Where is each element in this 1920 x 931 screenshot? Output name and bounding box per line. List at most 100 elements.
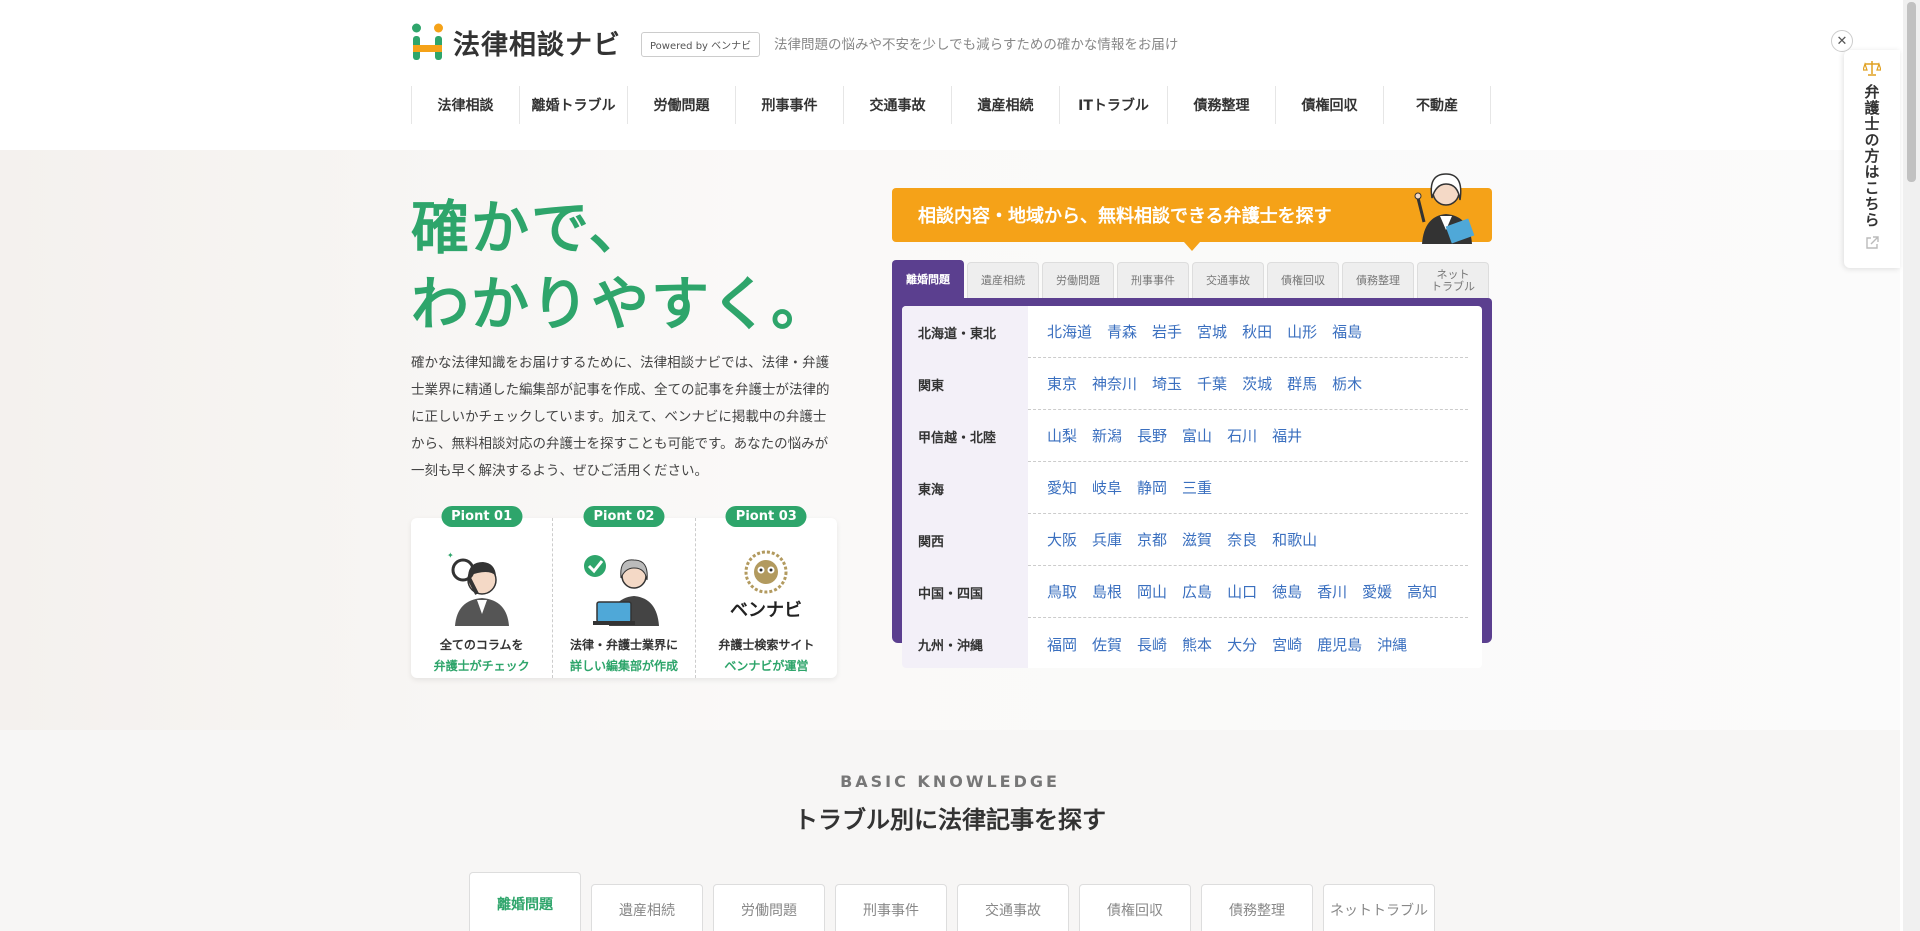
nav-item-divorce[interactable]: 離婚トラブル bbox=[519, 86, 627, 124]
prefecture-link[interactable]: 北海道 bbox=[1047, 321, 1092, 342]
prefecture-link[interactable]: 長野 bbox=[1137, 425, 1167, 446]
nav-item-legal-consult[interactable]: 法律相談 bbox=[411, 86, 519, 124]
for-lawyers-tab[interactable]: 弁護士の方はこちら bbox=[1844, 50, 1900, 268]
prefecture-link[interactable]: 岐阜 bbox=[1092, 477, 1122, 498]
prefecture-link[interactable]: 大分 bbox=[1227, 634, 1257, 655]
prefecture-link[interactable]: 東京 bbox=[1047, 373, 1077, 394]
prefecture-link[interactable]: 滋賀 bbox=[1182, 529, 1212, 550]
nav-item-real-estate[interactable]: 不動産 bbox=[1383, 86, 1491, 124]
tab-debt-collection[interactable]: 債権回収 bbox=[1267, 262, 1339, 298]
site-tagline: 法律問題の悩みや不安を少しでも減らすための確かな情報をお届け bbox=[774, 37, 1179, 53]
nav-item-inheritance[interactable]: 遺産相続 bbox=[951, 86, 1059, 124]
close-icon[interactable]: ✕ bbox=[1831, 30, 1853, 52]
tab-divorce[interactable]: 離婚問題 bbox=[892, 260, 964, 298]
prefecture-link[interactable]: 広島 bbox=[1182, 581, 1212, 602]
prefecture-link[interactable]: 愛媛 bbox=[1362, 581, 1392, 602]
region-row: 東海 愛知 岐阜 静岡 三重 bbox=[902, 462, 1482, 514]
feature-point-1: Piont 01 ✦ 全てのコラムを 弁護士がチェック bbox=[411, 506, 554, 678]
prefecture-link[interactable]: 岩手 bbox=[1152, 321, 1182, 342]
prefecture-link[interactable]: 三重 bbox=[1182, 477, 1212, 498]
prefecture-link[interactable]: 福岡 bbox=[1047, 634, 1077, 655]
nav-item-debt-collection[interactable]: 債権回収 bbox=[1275, 86, 1383, 124]
editor-laptop-icon bbox=[583, 555, 659, 626]
region-row: 北海道・東北 北海道 青森 岩手 宮城 秋田 山形 福島 bbox=[902, 306, 1482, 358]
nav-item-traffic[interactable]: 交通事故 bbox=[843, 86, 951, 124]
prefecture-link[interactable]: 山梨 bbox=[1047, 425, 1077, 446]
article-tab-inheritance[interactable]: 遺産相続 bbox=[591, 884, 703, 931]
prefecture-link[interactable]: 静岡 bbox=[1137, 477, 1167, 498]
region-name: 中国・四国 bbox=[902, 566, 1028, 618]
prefecture-link[interactable]: 鹿児島 bbox=[1317, 634, 1362, 655]
region-row: 関東 東京 神奈川 埼玉 千葉 茨城 群馬 栃木 bbox=[902, 358, 1482, 410]
prefecture-link[interactable]: 長崎 bbox=[1137, 634, 1167, 655]
tab-debt[interactable]: 債務整理 bbox=[1342, 262, 1414, 298]
prefecture-link[interactable]: 山口 bbox=[1227, 581, 1257, 602]
prefecture-link[interactable]: 岡山 bbox=[1137, 581, 1167, 602]
basic-knowledge-section: BASIC KNOWLEDGE トラブル別に法律記事を探す 離婚問題 遺産相続 … bbox=[0, 730, 1900, 931]
nav-item-labor[interactable]: 労働問題 bbox=[627, 86, 735, 124]
logo-text: 法律相談ナビ bbox=[453, 29, 621, 61]
point-badge: Piont 01 bbox=[441, 506, 523, 527]
prefecture-link[interactable]: 熊本 bbox=[1182, 634, 1212, 655]
for-lawyers-label: 弁護士の方はこちら bbox=[1862, 84, 1881, 228]
scrollbar[interactable] bbox=[1903, 0, 1920, 931]
prefecture-link[interactable]: 愛知 bbox=[1047, 477, 1077, 498]
article-tab-net-trouble[interactable]: ネットトラブル bbox=[1323, 884, 1435, 931]
tab-labor[interactable]: 労働問題 bbox=[1042, 262, 1114, 298]
tab-criminal[interactable]: 刑事事件 bbox=[1117, 262, 1189, 298]
prefecture-link[interactable]: 高知 bbox=[1407, 581, 1437, 602]
prefecture-link[interactable]: 宮城 bbox=[1197, 321, 1227, 342]
article-tab-traffic[interactable]: 交通事故 bbox=[957, 884, 1069, 931]
prefecture-link[interactable]: 群馬 bbox=[1287, 373, 1317, 394]
prefecture-list: 北海道 青森 岩手 宮城 秋田 山形 福島 bbox=[1028, 306, 1468, 358]
prefecture-list: 東京 神奈川 埼玉 千葉 茨城 群馬 栃木 bbox=[1028, 358, 1468, 410]
site-logo[interactable]: 法律相談ナビ bbox=[411, 22, 621, 62]
point-line2: 弁護士がチェック bbox=[433, 659, 530, 673]
tab-traffic[interactable]: 交通事故 bbox=[1192, 262, 1264, 298]
prefecture-link[interactable]: 栃木 bbox=[1332, 373, 1362, 394]
point-badge: Piont 02 bbox=[583, 506, 665, 527]
point-line1: 弁護士検索サイト bbox=[718, 638, 815, 652]
feature-point-2: Piont 02 法律・弁護士業界に 詳しい編集部が作成 bbox=[553, 506, 696, 678]
prefecture-link[interactable]: 佐賀 bbox=[1092, 634, 1122, 655]
tab-inheritance[interactable]: 遺産相続 bbox=[967, 262, 1039, 298]
article-tab-debt[interactable]: 債務整理 bbox=[1201, 884, 1313, 931]
hero-title-line2: わかりやすく。 bbox=[411, 270, 832, 338]
prefecture-link[interactable]: 茨城 bbox=[1242, 373, 1272, 394]
prefecture-link[interactable]: 鳥取 bbox=[1047, 581, 1077, 602]
prefecture-link[interactable]: 奈良 bbox=[1227, 529, 1257, 550]
prefecture-link[interactable]: 福島 bbox=[1332, 321, 1362, 342]
prefecture-link[interactable]: 神奈川 bbox=[1092, 373, 1137, 394]
scrollbar-thumb[interactable] bbox=[1907, 2, 1916, 182]
prefecture-link[interactable]: 新潟 bbox=[1092, 425, 1122, 446]
prefecture-link[interactable]: 香川 bbox=[1317, 581, 1347, 602]
nav-item-it-trouble[interactable]: ITトラブル bbox=[1059, 86, 1167, 124]
prefecture-link[interactable]: 京都 bbox=[1137, 529, 1167, 550]
prefecture-link[interactable]: 大阪 bbox=[1047, 529, 1077, 550]
article-tab-divorce[interactable]: 離婚問題 bbox=[469, 872, 581, 931]
prefecture-link[interactable]: 埼玉 bbox=[1152, 373, 1182, 394]
tab-net-trouble[interactable]: ネット トラブル bbox=[1417, 262, 1489, 298]
prefecture-link[interactable]: 富山 bbox=[1182, 425, 1212, 446]
prefecture-link[interactable]: 兵庫 bbox=[1092, 529, 1122, 550]
prefecture-link[interactable]: 青森 bbox=[1107, 321, 1137, 342]
prefecture-link[interactable]: 島根 bbox=[1092, 581, 1122, 602]
prefecture-link[interactable]: 沖縄 bbox=[1377, 634, 1407, 655]
prefecture-link[interactable]: 石川 bbox=[1227, 425, 1257, 446]
prefecture-link[interactable]: 秋田 bbox=[1242, 321, 1272, 342]
prefecture-link[interactable]: 宮崎 bbox=[1272, 634, 1302, 655]
article-tab-labor[interactable]: 労働問題 bbox=[713, 884, 825, 931]
prefecture-link[interactable]: 和歌山 bbox=[1272, 529, 1317, 550]
article-tab-criminal[interactable]: 刑事事件 bbox=[835, 884, 947, 931]
prefecture-link[interactable]: 山形 bbox=[1287, 321, 1317, 342]
article-tab-debt-collection[interactable]: 債権回収 bbox=[1079, 884, 1191, 931]
region-row: 九州・沖縄 福岡 佐賀 長崎 熊本 大分 宮崎 鹿児島 沖縄 bbox=[902, 618, 1482, 668]
prefecture-link[interactable]: 徳島 bbox=[1272, 581, 1302, 602]
prefecture-link[interactable]: 福井 bbox=[1272, 425, 1302, 446]
prefecture-link[interactable]: 千葉 bbox=[1197, 373, 1227, 394]
main-nav: 法律相談 離婚トラブル 労働問題 刑事事件 交通事故 遺産相続 ITトラブル 債… bbox=[411, 86, 1491, 124]
region-name: 東海 bbox=[902, 462, 1028, 514]
prefecture-list: 大阪 兵庫 京都 滋賀 奈良 和歌山 bbox=[1028, 514, 1468, 566]
nav-item-criminal[interactable]: 刑事事件 bbox=[735, 86, 843, 124]
nav-item-debt[interactable]: 債務整理 bbox=[1167, 86, 1275, 124]
